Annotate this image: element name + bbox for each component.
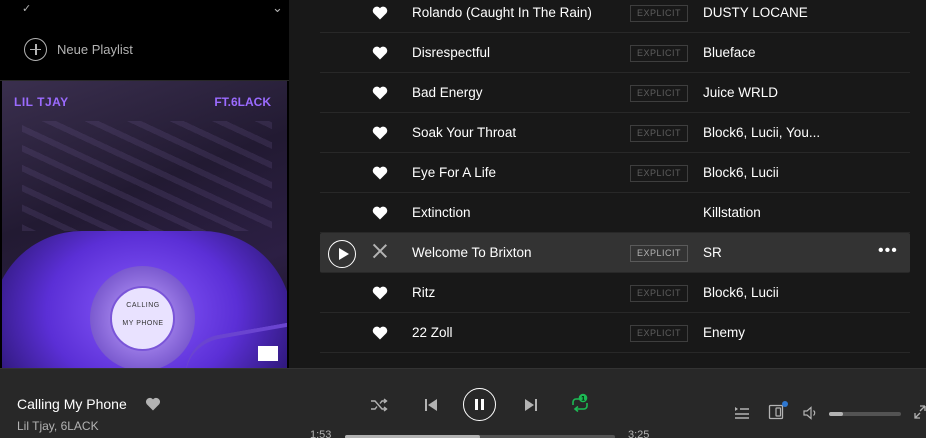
track-title[interactable]: 22 Zoll xyxy=(412,325,453,340)
device-active-indicator xyxy=(782,401,788,407)
track-row[interactable]: Disrespectful EXPLICIT Blueface xyxy=(320,33,910,73)
remove-like-icon[interactable] xyxy=(372,243,388,259)
track-title[interactable]: Soak Your Throat xyxy=(412,125,516,140)
track-row[interactable]: Bad Energy EXPLICIT Juice WRLD xyxy=(320,73,910,113)
track-row[interactable]: Eye For A Life EXPLICIT Block6, Lucii xyxy=(320,153,910,193)
explicit-badge: EXPLICIT xyxy=(630,45,688,62)
explicit-badge: EXPLICIT xyxy=(630,165,688,182)
like-heart-icon[interactable] xyxy=(145,396,161,412)
liked-heart-icon[interactable] xyxy=(372,205,388,221)
liked-heart-icon[interactable] xyxy=(372,285,388,301)
play-track-button[interactable] xyxy=(328,240,356,268)
liked-heart-icon[interactable] xyxy=(372,45,388,61)
shuffle-icon[interactable] xyxy=(370,397,388,413)
track-title[interactable]: Extinction xyxy=(412,205,471,220)
fullscreen-icon[interactable] xyxy=(914,405,926,419)
track-row[interactable]: Extinction Killstation xyxy=(320,193,910,233)
sidebar-top: ✓ ⌄ xyxy=(0,0,289,20)
track-artists[interactable]: Block6, Lucii xyxy=(703,285,779,300)
track-artists[interactable]: Juice WRLD xyxy=(703,85,778,100)
more-options-icon[interactable]: ••• xyxy=(878,242,898,260)
explicit-badge: EXPLICIT xyxy=(630,125,688,142)
next-track-icon[interactable] xyxy=(524,398,538,412)
explicit-badge: EXPLICIT xyxy=(630,285,688,302)
connect-device-icon[interactable] xyxy=(768,404,784,420)
explicit-badge: EXPLICIT xyxy=(630,85,688,102)
volume-slider[interactable] xyxy=(829,412,901,416)
track-artists[interactable]: Blueface xyxy=(703,45,756,60)
parental-advisory-logo xyxy=(258,346,278,361)
track-title[interactable]: Bad Energy xyxy=(412,85,483,100)
liked-heart-icon[interactable] xyxy=(372,165,388,181)
track-artists[interactable]: SR xyxy=(703,245,722,260)
new-playlist-button[interactable]: Neue Playlist xyxy=(24,36,133,62)
total-duration: 3:25 xyxy=(628,429,650,438)
track-list: Rolando (Caught In The Rain) EXPLICIT DUST… xyxy=(289,0,926,368)
track-artists[interactable]: Block6, Lucii, You... xyxy=(703,125,820,140)
cover-dial-text: CALLING MY PHONE xyxy=(122,302,164,327)
track-title[interactable]: Ritz xyxy=(412,285,435,300)
track-title[interactable]: Eye For A Life xyxy=(412,165,496,180)
cover-artist-text: LIL TJAY xyxy=(14,95,69,109)
track-artists[interactable]: Enemy xyxy=(703,325,745,340)
queue-icon[interactable] xyxy=(734,405,750,419)
track-row[interactable]: Ritz EXPLICIT Block6, Lucii xyxy=(320,273,910,313)
check-icon: ✓ xyxy=(22,3,32,15)
track-artists[interactable]: Killstation xyxy=(703,205,761,220)
track-artists[interactable]: DUSTY LOCANE xyxy=(703,5,808,20)
volume-icon[interactable] xyxy=(803,406,819,420)
album-cover[interactable]: LIL TJAY FT.6LACK CALLING MY PHONE xyxy=(2,81,287,368)
liked-heart-icon[interactable] xyxy=(372,125,388,141)
liked-heart-icon[interactable] xyxy=(372,85,388,101)
track-row[interactable]: Soak Your Throat EXPLICIT Block6, Lucii, Y… xyxy=(320,113,910,153)
plus-circle-icon xyxy=(24,37,47,61)
new-playlist-label: Neue Playlist xyxy=(57,41,133,57)
track-title[interactable]: Disrespectful xyxy=(412,45,490,60)
explicit-badge: EXPLICIT xyxy=(630,325,688,342)
sidebar: ✓ ⌄ Neue Playlist LIL TJAY FT.6LACK CALL… xyxy=(0,0,289,368)
liked-heart-icon[interactable] xyxy=(372,325,388,341)
elapsed-time: 1:53 xyxy=(310,429,332,438)
now-playing-title[interactable]: Calling My Phone xyxy=(17,396,127,412)
volume-fill xyxy=(829,412,844,416)
explicit-badge: EXPLICIT xyxy=(630,245,688,262)
cover-feature-text: FT.6LACK xyxy=(214,95,271,109)
repeat-badge: 1 xyxy=(581,395,585,402)
chevron-down-icon[interactable]: ⌄ xyxy=(272,0,283,16)
track-row[interactable]: 22 Zoll EXPLICIT Enemy xyxy=(320,313,910,353)
track-artists[interactable]: Block6, Lucii xyxy=(703,165,779,180)
previous-track-icon[interactable] xyxy=(424,398,438,412)
explicit-badge: EXPLICIT xyxy=(630,5,688,22)
pause-button[interactable] xyxy=(463,388,496,421)
track-row[interactable]: Welcome To Brixton EXPLICIT SR ••• xyxy=(320,233,910,273)
repeat-one-icon[interactable]: 1 xyxy=(570,393,590,415)
liked-heart-icon[interactable] xyxy=(372,5,388,21)
now-playing-artist[interactable]: Lil Tjay, 6LACK xyxy=(17,419,99,433)
track-row[interactable]: Rolando (Caught In The Rain) EXPLICIT DUST… xyxy=(320,0,910,33)
track-title[interactable]: Rolando (Caught In The Rain) xyxy=(412,5,592,20)
track-title[interactable]: Welcome To Brixton xyxy=(412,245,532,260)
cover-texture xyxy=(22,121,272,231)
